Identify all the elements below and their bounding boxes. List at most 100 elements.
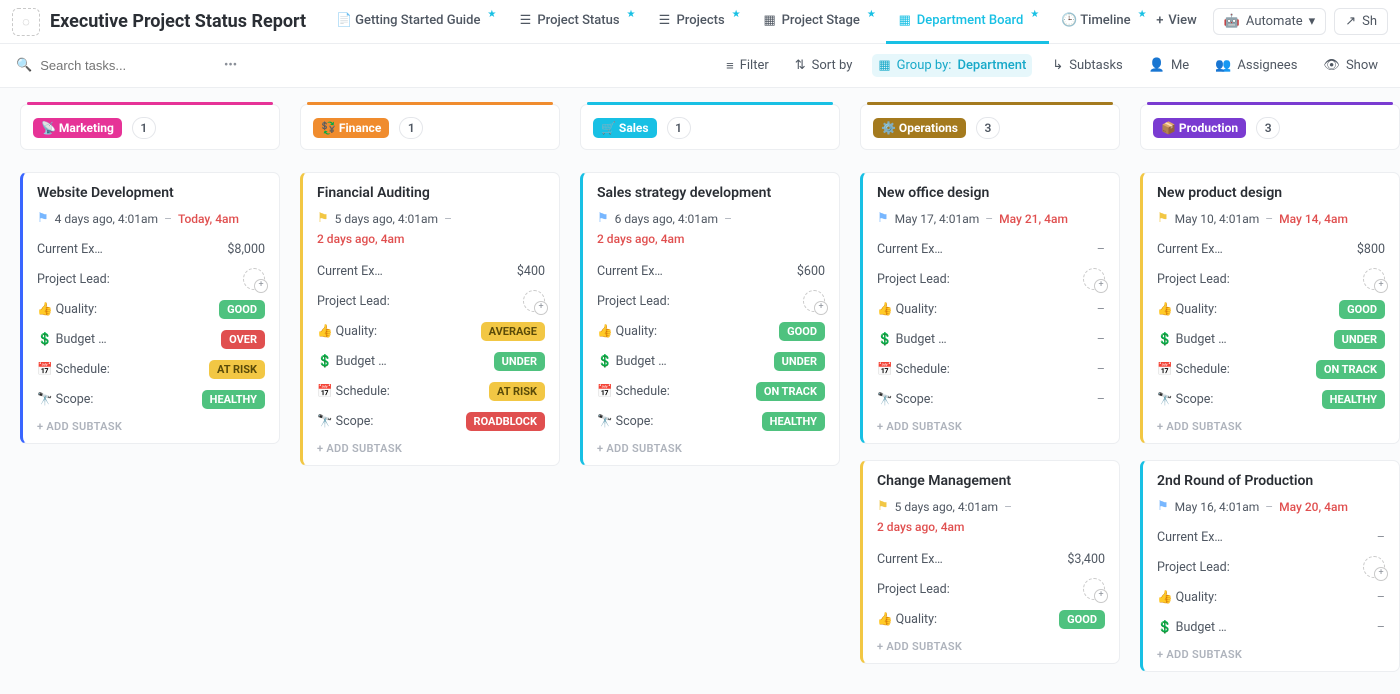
flag-icon: ⚑ (877, 499, 889, 514)
task-card[interactable]: Change Management⚑5 days ago, 4:01am–2 d… (860, 460, 1120, 664)
tab-projects[interactable]: ☰Projects★ (646, 0, 751, 44)
add-subtask-button[interactable]: + ADD SUBTASK (317, 442, 545, 455)
task-dates: ⚑May 17, 4:01am–May 21, 4am (877, 211, 1105, 226)
eye-icon: 👁 (1323, 58, 1340, 73)
task-dates: ⚑4 days ago, 4:01am–Today, 4am (37, 211, 265, 226)
column-label: ⚙️ Operations (873, 118, 966, 138)
group-by-button[interactable]: ▦Group by: Department (872, 54, 1032, 77)
quality-badge: GOOD (1059, 610, 1105, 629)
budget-badge: OVER (221, 330, 265, 349)
column-label: 📡 Marketing (33, 118, 122, 138)
assign-lead-button[interactable] (1363, 268, 1385, 290)
toolbar-right: + View 🤖 Automate ▾ ↗ Sh (1148, 0, 1388, 44)
add-subtask-button[interactable]: + ADD SUBTASK (877, 640, 1105, 653)
share-button[interactable]: ↗ Sh (1334, 8, 1388, 35)
assign-lead-button[interactable] (523, 290, 545, 312)
task-title: Sales strategy development (597, 185, 825, 201)
tab-department-board[interactable]: ▦Department Board★ (886, 0, 1049, 44)
automate-button[interactable]: 🤖 Automate ▾ (1213, 8, 1326, 35)
flag-icon: ⚑ (877, 211, 889, 226)
filter-button[interactable]: ≡Filter (720, 54, 775, 78)
scope-badge: HEALTHY (202, 390, 265, 409)
robot-icon: 🤖 (1224, 14, 1240, 29)
person-icon: 👤 (1149, 58, 1165, 73)
schedule-badge: AT RISK (209, 360, 265, 379)
tab-project-stage[interactable]: ▦Project Stage★ (751, 0, 886, 44)
search-wrap: 🔍 (16, 58, 206, 73)
tab-project-status[interactable]: ☰Project Status★ (506, 0, 645, 44)
pin-icon: ★ (627, 9, 636, 20)
sort-icon: ⇅ (795, 58, 806, 73)
quality-badge: AVERAGE (481, 322, 545, 341)
task-card[interactable]: Financial Auditing⚑5 days ago, 4:01am–2 … (300, 172, 560, 466)
list-icon: ☰ (658, 13, 672, 28)
assign-lead-button[interactable] (1363, 556, 1385, 578)
tab-getting-started-guide[interactable]: 📄Getting Started Guide★ (324, 0, 506, 44)
task-dates: ⚑May 10, 4:01am–May 14, 4am (1157, 211, 1385, 226)
task-title: Change Management (877, 473, 1105, 489)
task-title: Website Development (37, 185, 265, 201)
schedule-badge: AT RISK (489, 382, 545, 401)
view-tabs: 📄Getting Started Guide★☰Project Status★☰… (324, 0, 1148, 44)
add-subtask-button[interactable]: + ADD SUBTASK (37, 420, 265, 433)
task-card[interactable]: 2nd Round of Production⚑May 16, 4:01am–M… (1140, 460, 1400, 672)
assign-lead-button[interactable] (243, 268, 265, 290)
column-count: 1 (399, 117, 423, 139)
overdue-date: 2 days ago, 4am (317, 232, 545, 246)
task-card[interactable]: New office design⚑May 17, 4:01am–May 21,… (860, 172, 1120, 444)
column-sales: 🛒 Sales 1 Sales strategy development ⚑6 day… (580, 104, 840, 482)
kanban-board[interactable]: 📡 Marketing1Website Development⚑4 days a… (0, 88, 1400, 694)
assign-lead-button[interactable] (803, 290, 825, 312)
task-dates: ⚑May 16, 4:01am–May 20, 4am (1157, 499, 1385, 514)
column-marketing: 📡 Marketing1 Website Development ⚑4 days a… (20, 104, 280, 460)
subtasks-button[interactable]: ↳Subtasks (1046, 54, 1128, 77)
scope-badge: HEALTHY (1322, 390, 1385, 409)
me-button[interactable]: 👤Me (1143, 54, 1195, 77)
task-card[interactable]: New product design ⚑May 10, 4:01am–May 14… (1140, 172, 1400, 444)
assign-lead-button[interactable] (1083, 268, 1105, 290)
quality-badge: GOOD (779, 322, 825, 341)
add-subtask-button[interactable]: + ADD SUBTASK (877, 420, 1105, 433)
add-subtask-button[interactable]: + ADD SUBTASK (597, 442, 825, 455)
column-header[interactable]: 📦 Production3 (1140, 104, 1400, 150)
plus-icon: + (1156, 13, 1163, 28)
tab-timeline[interactable]: 🕒Timeline★ (1049, 0, 1148, 44)
column-header[interactable]: ⚙️ Operations3 (860, 104, 1120, 150)
assign-lead-button[interactable] (1083, 578, 1105, 600)
column-header[interactable]: 💱 Finance1 (300, 104, 560, 150)
budget-badge: UNDER (1334, 330, 1385, 349)
add-subtask-button[interactable]: + ADD SUBTASK (1157, 648, 1385, 661)
task-card[interactable]: Website Development ⚑4 days ago, 4:01am–T… (20, 172, 280, 444)
pin-icon: ★ (867, 9, 876, 20)
column-count: 1 (667, 117, 691, 139)
doc-icon: 📄 (336, 13, 350, 28)
budget-badge: UNDER (774, 352, 825, 371)
assignees-button[interactable]: 👥Assignees (1209, 54, 1303, 77)
sort-button[interactable]: ⇅Sort by (789, 54, 859, 77)
budget-badge: UNDER (494, 352, 545, 371)
pin-icon: ★ (487, 9, 496, 20)
add-subtask-button[interactable]: + ADD SUBTASK (1157, 420, 1385, 433)
list-icon: ☰ (518, 13, 532, 28)
column-production: 📦 Production3 New product design ⚑May 10, … (1140, 104, 1400, 688)
column-header[interactable]: 🛒 Sales 1 (580, 104, 840, 150)
pin-icon: ★ (1030, 9, 1039, 20)
add-view-button[interactable]: + View (1148, 0, 1205, 44)
page-title: Executive Project Status Report (50, 11, 306, 32)
task-card[interactable]: Sales strategy development ⚑6 days ago, 4… (580, 172, 840, 466)
task-title: New product design (1157, 185, 1385, 201)
current-ex-value: $400 (517, 264, 545, 279)
flag-icon: ⚑ (597, 211, 609, 226)
task-dates: ⚑5 days ago, 4:01am– (877, 499, 1105, 514)
search-input[interactable] (40, 58, 190, 73)
more-options-button[interactable]: ••• (220, 54, 241, 77)
overdue-date: 2 days ago, 4am (597, 232, 825, 246)
flag-icon: ⚑ (1157, 499, 1169, 514)
subtasks-icon: ↳ (1052, 58, 1063, 73)
current-ex-value: $8,000 (227, 242, 265, 257)
column-label: 🛒 Sales (593, 118, 657, 138)
show-button[interactable]: 👁Show (1317, 54, 1384, 77)
current-ex-value: $600 (797, 264, 825, 279)
task-dates: ⚑6 days ago, 4:01am– (597, 211, 825, 226)
column-header[interactable]: 📡 Marketing1 (20, 104, 280, 150)
